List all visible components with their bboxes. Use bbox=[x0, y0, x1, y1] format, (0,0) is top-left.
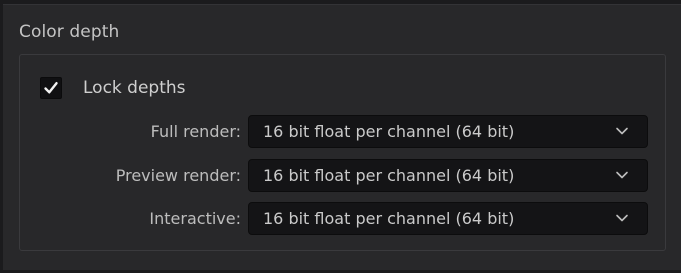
panel-title: Color depth bbox=[19, 22, 120, 42]
preview-render-label: Preview render: bbox=[115, 166, 241, 185]
lock-depths-label: Lock depths bbox=[83, 78, 186, 98]
lock-depths-checkbox[interactable]: Lock depths bbox=[40, 75, 186, 101]
color-depth-group: Lock depths Full render: 16 bit float pe… bbox=[19, 54, 666, 251]
checkbox-box[interactable] bbox=[40, 77, 62, 99]
interactive-label: Interactive: bbox=[149, 209, 241, 228]
chevron-down-icon bbox=[616, 214, 628, 222]
checkmark-icon bbox=[44, 82, 58, 94]
preview-render-row: Preview render: 16 bit float per channel… bbox=[20, 159, 667, 192]
full-render-dropdown[interactable]: 16 bit float per channel (64 bit) bbox=[248, 115, 648, 148]
interactive-dropdown[interactable]: 16 bit float per channel (64 bit) bbox=[248, 202, 648, 235]
interactive-row: Interactive: 16 bit float per channel (6… bbox=[20, 202, 667, 235]
preview-render-dropdown[interactable]: 16 bit float per channel (64 bit) bbox=[248, 159, 648, 192]
chevron-down-icon bbox=[616, 171, 628, 179]
chevron-down-icon bbox=[616, 127, 628, 135]
color-depth-panel: Color depth Lock depths Full render: 16 … bbox=[3, 4, 681, 270]
full-render-row: Full render: 16 bit float per channel (6… bbox=[20, 115, 667, 148]
full-render-label: Full render: bbox=[150, 122, 241, 141]
preview-render-value: 16 bit float per channel (64 bit) bbox=[263, 166, 515, 185]
full-render-value: 16 bit float per channel (64 bit) bbox=[263, 122, 515, 141]
interactive-value: 16 bit float per channel (64 bit) bbox=[263, 209, 515, 228]
